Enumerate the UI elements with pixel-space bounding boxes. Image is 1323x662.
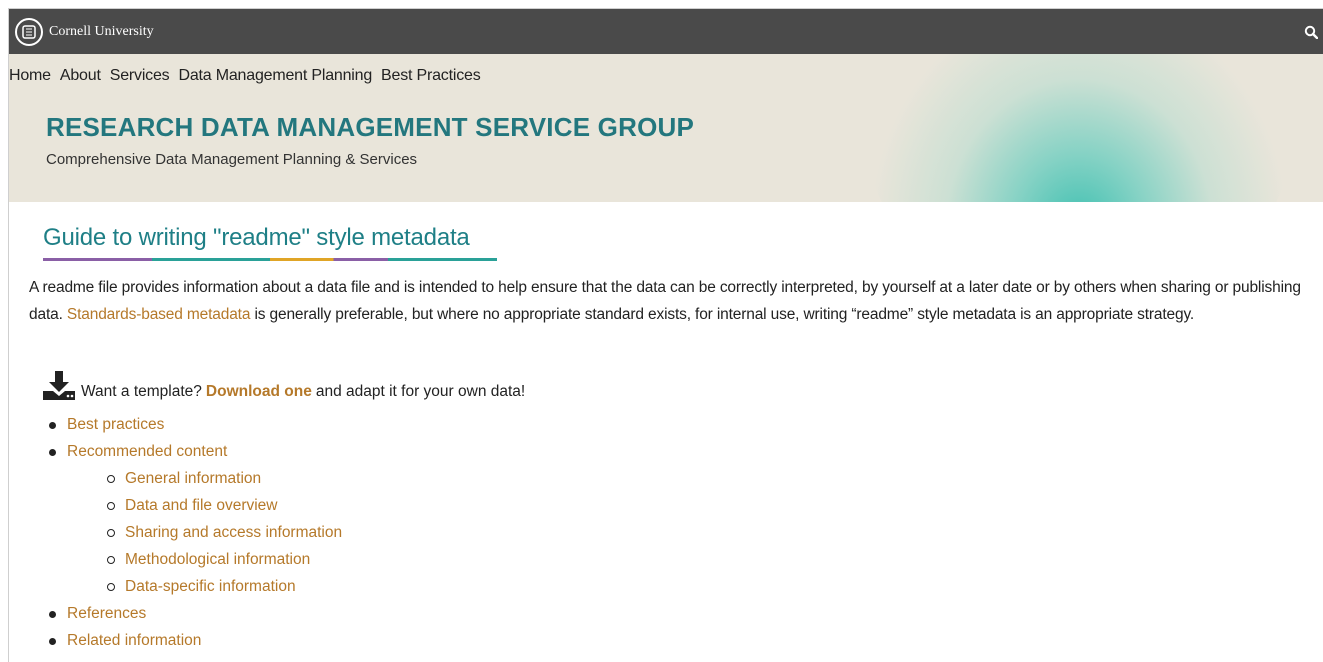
template-suffix: and adapt it for your own data! (315, 383, 526, 400)
cornell-university-link[interactable]: Cornell University (49, 24, 154, 40)
toc-item: Recommended content General information … (49, 438, 342, 600)
site-banner: Home About Services Data Management Plan… (9, 54, 1323, 202)
toc-subitem: Sharing and access information (107, 519, 342, 546)
toc-subitem: General information (107, 465, 342, 492)
table-of-contents: Best practices Recommended content Gener… (49, 411, 342, 654)
title-underline (43, 258, 497, 261)
toc-item: Related information (49, 627, 342, 654)
main-nav: Home About Services Data Management Plan… (9, 67, 490, 85)
download-template-link[interactable]: Download one (206, 383, 312, 401)
nav-services[interactable]: Services (110, 67, 170, 85)
template-callout: Want a template? Download one and adapt … (41, 369, 525, 401)
cornell-header-bar: Cornell University (9, 9, 1323, 54)
banner-decoration (869, 54, 1289, 202)
toc-subitem: Data-specific information (107, 573, 342, 600)
toc-general-information-link[interactable]: General information (125, 470, 261, 487)
intro-paragraph: A readme file provides information about… (29, 274, 1314, 328)
intro-text-2: is generally preferable, but where no ap… (254, 306, 1195, 323)
download-icon (43, 371, 75, 400)
toc-references-link[interactable]: References (67, 605, 146, 622)
browser-viewport: Cornell University Home About Services D… (8, 8, 1323, 662)
nav-best-practices[interactable]: Best Practices (381, 67, 481, 85)
toc-item: Best practices (49, 411, 342, 438)
standards-metadata-link[interactable]: Standards-based metadata (67, 306, 251, 323)
nav-data-management-planning[interactable]: Data Management Planning (178, 67, 372, 85)
toc-best-practices-link[interactable]: Best practices (67, 416, 164, 433)
toc-sublist: General information Data and file overvi… (67, 465, 342, 600)
toc-item: References (49, 600, 342, 627)
toc-subitem: Data and file overview (107, 492, 342, 519)
search-icon (1304, 25, 1318, 39)
nav-home[interactable]: Home (9, 67, 51, 85)
toc-data-specific-link[interactable]: Data-specific information (125, 578, 296, 595)
toc-data-file-overview-link[interactable]: Data and file overview (125, 497, 278, 514)
toc-methodological-link[interactable]: Methodological information (125, 551, 310, 568)
cornell-seal-icon[interactable] (15, 17, 43, 46)
toc-recommended-content-link[interactable]: Recommended content (67, 443, 227, 460)
nav-about[interactable]: About (60, 67, 101, 85)
page-title: Guide to writing "readme" style metadata (43, 224, 470, 251)
site-title[interactable]: RESEARCH DATA MANAGEMENT SERVICE GROUP (46, 112, 694, 143)
toc-subitem: Methodological information (107, 546, 342, 573)
toc-related-information-link[interactable]: Related information (67, 632, 201, 649)
site-subtitle: Comprehensive Data Management Planning &… (46, 151, 418, 168)
template-prefix: Want a template? (81, 383, 202, 400)
toc-sharing-access-link[interactable]: Sharing and access information (125, 524, 342, 541)
search-button[interactable] (1299, 9, 1323, 54)
